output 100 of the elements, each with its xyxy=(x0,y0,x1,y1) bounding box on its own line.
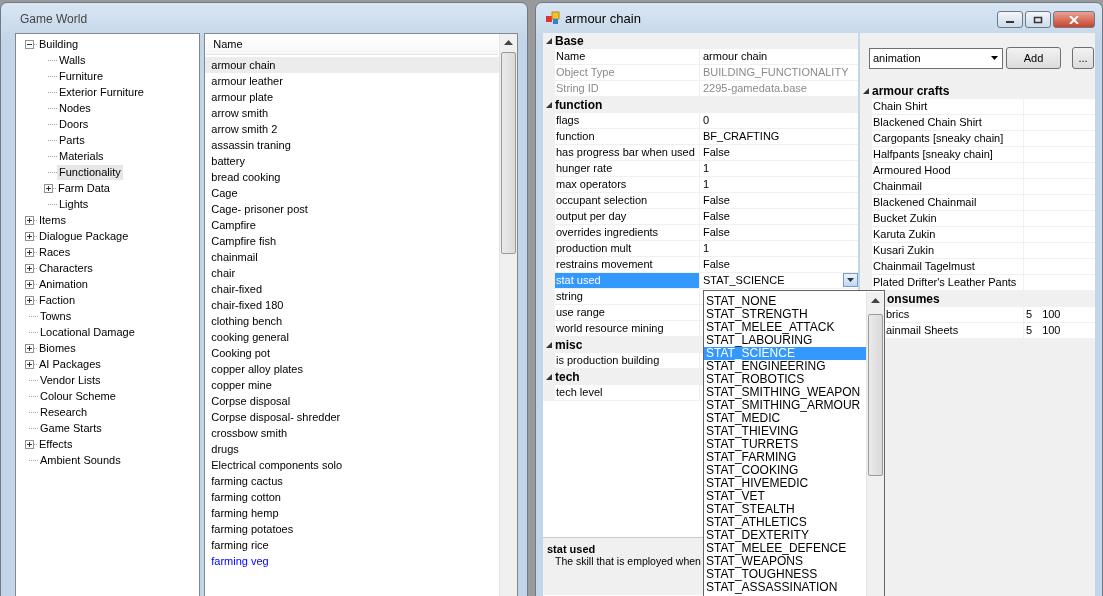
tree-item[interactable]: Faction xyxy=(37,292,78,308)
property-value[interactable]: STAT_SCIENCE xyxy=(703,273,785,288)
section-header[interactable]: tech xyxy=(555,370,580,384)
expand-box-icon[interactable] xyxy=(25,231,34,241)
list-item[interactable]: clothing bench xyxy=(205,313,499,329)
list-item[interactable]: drugs xyxy=(205,441,499,457)
reference-name[interactable]: Kusari Zukin xyxy=(872,243,1024,259)
maximize-button[interactable] xyxy=(1025,11,1051,28)
property-value[interactable]: False xyxy=(703,209,730,224)
dropdown-button[interactable] xyxy=(843,273,858,287)
add-button[interactable]: Add xyxy=(1006,47,1061,69)
reference-name[interactable]: Karuta Zukin xyxy=(872,227,1024,243)
tree-item[interactable]: Towns xyxy=(38,308,74,324)
dropdown-option[interactable]: STAT_SMITHING_WEAPON xyxy=(704,386,861,399)
collapse-arrow-icon[interactable] xyxy=(546,374,552,380)
list-item[interactable]: arrow smith 2 xyxy=(205,121,499,137)
list-item[interactable]: farming veg xyxy=(205,553,499,569)
list-item[interactable]: farming potatoes xyxy=(205,521,499,537)
dropdown-option[interactable]: STAT_ENGINEERING xyxy=(704,360,854,373)
reference-name[interactable]: Armoured Hood xyxy=(872,163,1024,179)
list-item[interactable]: Campfire fish xyxy=(205,233,499,249)
section-header[interactable]: misc xyxy=(555,338,583,352)
tree-item[interactable]: Animation xyxy=(37,276,90,292)
dropdown-option[interactable]: STAT_TOUGHNESS xyxy=(704,568,854,581)
tree-item[interactable]: Farm Data xyxy=(56,180,112,196)
tree-item[interactable]: Exterior Furniture xyxy=(57,84,146,100)
minimize-button[interactable] xyxy=(997,11,1023,28)
property-value[interactable]: BF_CRAFTING xyxy=(703,129,780,144)
list-item[interactable]: armour leather xyxy=(205,73,499,89)
dropdown-option[interactable]: STAT_THIEVING xyxy=(704,425,854,438)
property-name[interactable]: use range xyxy=(555,305,700,321)
dropdown-option[interactable]: STAT_ATHLETICS xyxy=(704,516,854,529)
reference-name[interactable]: Halfpants [sneaky chain] xyxy=(872,147,1024,163)
tree-item[interactable]: Races xyxy=(37,244,73,260)
list-item[interactable]: copper alloy plates xyxy=(205,361,499,377)
close-button[interactable] xyxy=(1053,11,1095,28)
list-item[interactable]: copper mine xyxy=(205,377,499,393)
list-item[interactable]: armour plate xyxy=(205,89,499,105)
type-dropdown[interactable]: animation xyxy=(869,47,1003,69)
dropdown-option[interactable]: STAT_ROBOTICS xyxy=(704,373,854,386)
dropdown-option[interactable]: STAT_LABOURING xyxy=(704,334,854,347)
property-value[interactable]: False xyxy=(703,257,730,272)
list-item[interactable]: Campfire xyxy=(205,217,499,233)
expand-box-icon[interactable] xyxy=(25,247,34,257)
list-item[interactable]: farming cotton xyxy=(205,489,499,505)
list-item[interactable]: chair-fixed xyxy=(205,281,499,297)
property-name[interactable]: hunger rate xyxy=(555,161,700,177)
list-item[interactable]: Electrical components solo xyxy=(205,457,499,473)
reference-name[interactable]: Chainmail xyxy=(872,179,1024,195)
property-name[interactable]: Name xyxy=(555,49,700,65)
tree-item[interactable]: Game Starts xyxy=(38,420,104,436)
expand-box-icon[interactable] xyxy=(25,263,34,273)
tree-item[interactable]: Vendor Lists xyxy=(38,372,103,388)
property-name[interactable]: string xyxy=(555,289,700,305)
list-item[interactable]: arrow smith xyxy=(205,105,499,121)
dropdown-option[interactable]: STAT_VET xyxy=(704,490,854,503)
expand-box-icon[interactable] xyxy=(25,215,34,225)
reference-name[interactable]: Cargopants [sneaky chain] xyxy=(872,131,1024,147)
dropdown-option[interactable]: STAT_SMITHING_ARMOUR xyxy=(704,399,861,412)
scrollbar[interactable] xyxy=(866,292,884,596)
scroll-thumb[interactable] xyxy=(868,314,883,476)
tree-item[interactable]: Colour Scheme xyxy=(38,388,118,404)
property-value[interactable]: False xyxy=(703,193,730,208)
tree-item[interactable]: AI Packages xyxy=(37,356,103,372)
tree-item[interactable]: Building xyxy=(37,36,81,52)
tree-item[interactable]: Materials xyxy=(57,148,106,164)
property-name[interactable]: overrides ingredients xyxy=(555,225,700,241)
collapse-arrow-icon[interactable] xyxy=(546,38,552,44)
tree-item[interactable]: Effects xyxy=(37,436,75,452)
dropdown-option[interactable]: STAT_TURRETS xyxy=(704,438,854,451)
list-item[interactable]: Corpse disposal xyxy=(205,393,499,409)
property-name[interactable]: max operators xyxy=(555,177,700,193)
collapse-arrow-icon[interactable] xyxy=(546,102,552,108)
property-value[interactable]: False xyxy=(703,145,730,160)
property-value[interactable]: False xyxy=(703,225,730,240)
property-name[interactable]: output per day xyxy=(555,209,700,225)
collapse-arrow-icon[interactable] xyxy=(863,88,869,94)
reference-name[interactable]: Bucket Zukin xyxy=(872,211,1024,227)
tree-item[interactable]: Nodes xyxy=(57,100,93,116)
tree-item[interactable]: Lights xyxy=(57,196,91,212)
property-name[interactable]: tech level xyxy=(555,385,700,401)
property-name[interactable]: production mult xyxy=(555,241,700,257)
dropdown-option[interactable]: STAT_STEALTH xyxy=(704,503,854,516)
tree-item[interactable]: Characters xyxy=(37,260,95,276)
property-name[interactable]: has progress bar when used xyxy=(555,145,700,161)
list-item[interactable]: farming hemp xyxy=(205,505,499,521)
tree-item[interactable]: Dialogue Package xyxy=(37,228,131,244)
dropdown-option[interactable]: STAT_MELEE_ATTACK xyxy=(704,321,854,334)
dropdown-option[interactable]: STAT_WEAPONS xyxy=(704,555,854,568)
list-item[interactable]: farming rice xyxy=(205,537,499,553)
list-item[interactable]: chair-fixed 180 xyxy=(205,297,499,313)
section-header[interactable]: onsumes xyxy=(887,292,940,306)
reference-name[interactable]: Chain Shirt xyxy=(872,99,1024,115)
expand-box-icon[interactable] xyxy=(44,183,53,193)
collapse-arrow-icon[interactable] xyxy=(546,342,552,348)
list-item[interactable]: Cage xyxy=(205,185,499,201)
tree-item[interactable]: Research xyxy=(38,404,90,420)
property-name[interactable]: occupant selection xyxy=(555,193,700,209)
tree-item[interactable]: Walls xyxy=(57,52,88,68)
property-value[interactable]: 1 xyxy=(703,177,710,192)
